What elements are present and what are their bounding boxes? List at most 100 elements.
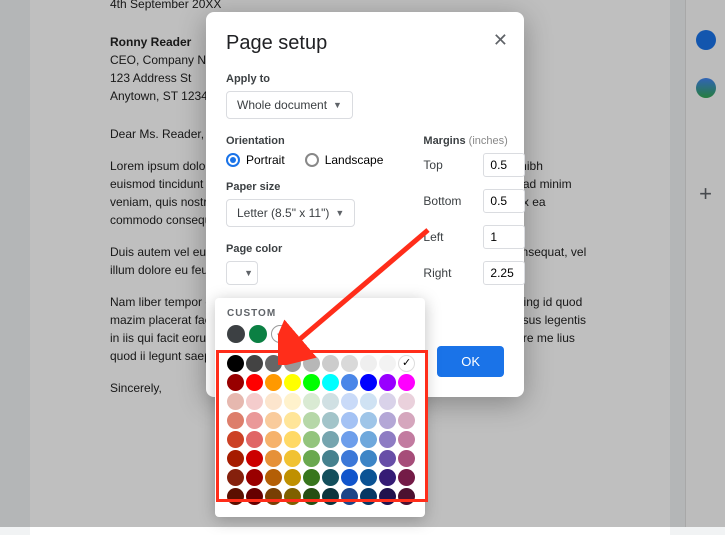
- margin-top-input[interactable]: [483, 153, 525, 177]
- page-color-dropdown[interactable]: ▼: [226, 261, 258, 285]
- apply-to-dropdown[interactable]: Whole document ▼: [226, 91, 353, 119]
- palette-swatch[interactable]: [303, 431, 320, 448]
- palette-swatch[interactable]: [379, 355, 396, 372]
- palette-swatch[interactable]: [322, 374, 339, 391]
- palette-swatch[interactable]: [341, 393, 358, 410]
- palette-swatch[interactable]: [227, 374, 244, 391]
- palette-swatch[interactable]: [227, 431, 244, 448]
- page-color-label: Page color: [226, 243, 383, 255]
- palette-swatch[interactable]: [227, 393, 244, 410]
- palette-swatch[interactable]: [341, 450, 358, 467]
- palette-swatch[interactable]: [246, 355, 263, 372]
- palette-swatch[interactable]: [379, 431, 396, 448]
- palette-swatch[interactable]: [284, 450, 301, 467]
- palette-swatch[interactable]: [322, 355, 339, 372]
- add-custom-color-button[interactable]: +: [271, 325, 289, 343]
- margin-bottom-input[interactable]: [483, 189, 525, 213]
- dialog-title: Page setup: [226, 32, 504, 55]
- palette-swatch[interactable]: [246, 469, 263, 486]
- palette-swatch[interactable]: [360, 469, 377, 486]
- palette-swatch[interactable]: [398, 450, 415, 467]
- custom-color-swatch[interactable]: [227, 325, 245, 343]
- palette-swatch[interactable]: [322, 488, 339, 505]
- palette-swatch[interactable]: [360, 450, 377, 467]
- palette-swatch[interactable]: [265, 374, 282, 391]
- chevron-down-icon: ▼: [333, 100, 342, 110]
- palette-swatch[interactable]: [379, 488, 396, 505]
- palette-swatch[interactable]: [341, 412, 358, 429]
- palette-swatch[interactable]: [341, 488, 358, 505]
- palette-swatch[interactable]: [379, 374, 396, 391]
- palette-swatch[interactable]: [265, 355, 282, 372]
- palette-swatch[interactable]: [246, 488, 263, 505]
- palette-swatch[interactable]: [360, 488, 377, 505]
- palette-swatch[interactable]: [284, 355, 301, 372]
- palette-swatch[interactable]: [379, 393, 396, 410]
- palette-swatch[interactable]: [322, 412, 339, 429]
- margin-right-input[interactable]: [483, 261, 525, 285]
- palette-swatch[interactable]: [265, 431, 282, 448]
- palette-swatch[interactable]: [360, 374, 377, 391]
- palette-swatch[interactable]: [227, 412, 244, 429]
- palette-swatch[interactable]: [265, 469, 282, 486]
- palette-swatch[interactable]: [398, 488, 415, 505]
- palette-swatch[interactable]: [303, 374, 320, 391]
- close-icon[interactable]: ✕: [493, 30, 508, 51]
- palette-swatch[interactable]: [303, 450, 320, 467]
- palette-swatch[interactable]: [265, 393, 282, 410]
- palette-swatch[interactable]: [284, 393, 301, 410]
- palette-swatch[interactable]: [303, 488, 320, 505]
- palette-swatch[interactable]: [360, 431, 377, 448]
- palette-swatch[interactable]: [398, 393, 415, 410]
- palette-swatch[interactable]: [360, 412, 377, 429]
- palette-swatch[interactable]: [341, 469, 358, 486]
- palette-swatch[interactable]: [265, 412, 282, 429]
- custom-section-label: CUSTOM: [227, 308, 413, 319]
- paper-size-dropdown[interactable]: Letter (8.5" x 11") ▼: [226, 199, 355, 227]
- palette-swatch[interactable]: [246, 412, 263, 429]
- palette-swatch[interactable]: [322, 393, 339, 410]
- palette-swatch[interactable]: [303, 393, 320, 410]
- palette-swatch[interactable]: [227, 355, 244, 372]
- palette-swatch[interactable]: [398, 355, 415, 372]
- palette-swatch[interactable]: [303, 412, 320, 429]
- palette-swatch[interactable]: [284, 374, 301, 391]
- portrait-radio[interactable]: Portrait: [226, 153, 285, 167]
- palette-swatch[interactable]: [246, 431, 263, 448]
- palette-swatch[interactable]: [379, 412, 396, 429]
- palette-swatch[interactable]: [284, 488, 301, 505]
- custom-color-swatch[interactable]: [249, 325, 267, 343]
- palette-swatch[interactable]: [341, 374, 358, 391]
- palette-swatch[interactable]: [265, 488, 282, 505]
- palette-swatch[interactable]: [246, 393, 263, 410]
- palette-swatch[interactable]: [379, 450, 396, 467]
- palette-swatch[interactable]: [341, 355, 358, 372]
- palette-swatch[interactable]: [398, 431, 415, 448]
- palette-swatch[interactable]: [227, 469, 244, 486]
- palette-swatch[interactable]: [322, 469, 339, 486]
- palette-swatch[interactable]: [284, 412, 301, 429]
- palette-swatch[interactable]: [246, 374, 263, 391]
- margin-left-input[interactable]: [483, 225, 525, 249]
- palette-swatch[interactable]: [284, 431, 301, 448]
- palette-swatch[interactable]: [341, 431, 358, 448]
- landscape-radio[interactable]: Landscape: [305, 153, 384, 167]
- palette-swatch[interactable]: [360, 355, 377, 372]
- palette-swatch[interactable]: [303, 355, 320, 372]
- ok-button[interactable]: OK: [437, 346, 504, 377]
- margin-left-label: Left: [423, 230, 473, 244]
- palette-swatch[interactable]: [322, 431, 339, 448]
- palette-swatch[interactable]: [303, 469, 320, 486]
- palette-swatch[interactable]: [398, 374, 415, 391]
- palette-swatch[interactable]: [379, 469, 396, 486]
- palette-swatch[interactable]: [398, 412, 415, 429]
- palette-swatch[interactable]: [284, 469, 301, 486]
- palette-swatch[interactable]: [227, 450, 244, 467]
- palette-swatch[interactable]: [398, 469, 415, 486]
- margins-text: Margins: [423, 135, 465, 147]
- palette-swatch[interactable]: [360, 393, 377, 410]
- palette-swatch[interactable]: [322, 450, 339, 467]
- palette-swatch[interactable]: [265, 450, 282, 467]
- palette-swatch[interactable]: [227, 488, 244, 505]
- palette-swatch[interactable]: [246, 450, 263, 467]
